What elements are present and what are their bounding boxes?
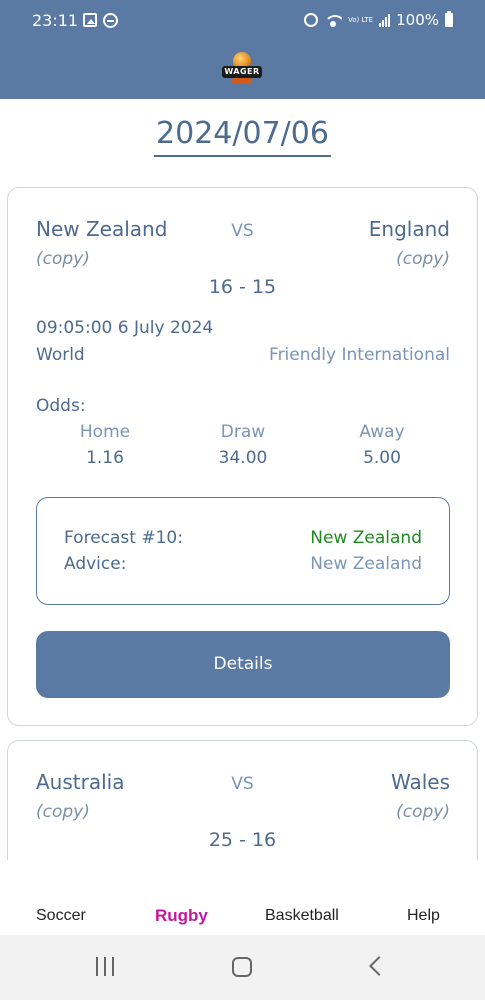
wifi-icon: [323, 13, 342, 27]
tab-basketball[interactable]: Basketball: [265, 907, 339, 925]
signal-icon: [379, 13, 391, 27]
battery-icon: [445, 11, 453, 27]
lte-icon: Vo) LTE: [347, 15, 374, 24]
logo-text: WAGER: [222, 66, 262, 78]
odds-away-label: Away: [359, 422, 405, 442]
away-team: Wales: [390, 770, 450, 794]
advice-value: New Zealand: [310, 554, 422, 574]
battery-percent: 100%: [396, 11, 439, 29]
tab-rugby[interactable]: Rugby: [155, 906, 208, 926]
home-icon[interactable]: [232, 957, 252, 977]
forecast-label: Forecast #10:: [64, 528, 183, 548]
odds-draw-label: Draw: [220, 422, 266, 442]
odds-home: Home 1.16: [35, 422, 175, 468]
away-copy: (copy): [396, 802, 450, 822]
tab-soccer[interactable]: Soccer: [36, 907, 86, 925]
odds-home-value: 1.16: [86, 448, 124, 468]
recent-apps-icon[interactable]: [96, 957, 114, 976]
back-icon[interactable]: [369, 956, 389, 976]
match-card: New Zealand VS England (copy) (copy) 16 …: [7, 187, 478, 726]
forecast-box: Forecast #10: New Zealand Advice: New Ze…: [36, 497, 450, 605]
date-selector[interactable]: 2024/07/06: [0, 116, 485, 157]
forecast-value: New Zealand: [310, 528, 422, 548]
odds-draw: Draw 34.00: [173, 422, 313, 468]
status-bar: 23:11 Vo) LTE 100%: [0, 0, 485, 40]
wager-logo[interactable]: WAGER: [222, 52, 262, 86]
tab-help[interactable]: Help: [407, 907, 440, 925]
home-copy: (copy): [36, 802, 90, 822]
odds-label: Odds:: [36, 396, 86, 416]
match-score: 25 - 16: [208, 829, 277, 851]
odds-away-value: 5.00: [363, 448, 401, 468]
image-icon: [83, 13, 97, 27]
status-time: 23:11: [32, 11, 79, 30]
details-button[interactable]: Details: [36, 631, 450, 698]
home-copy: (copy): [36, 249, 90, 269]
bottom-tab-bar: Soccer Rugby Basketball Help: [0, 860, 485, 935]
odds-away: Away 5.00: [312, 422, 452, 468]
kickoff-time: 09:05:00 6 July 2024: [36, 318, 214, 338]
app-header: WAGER: [0, 40, 485, 99]
do-not-disturb-icon: [103, 13, 118, 28]
match-score: 16 - 15: [208, 276, 277, 298]
odds-draw-value: 34.00: [218, 448, 268, 468]
date-label: 2024/07/06: [154, 116, 331, 157]
match-region: World: [36, 345, 85, 365]
alarm-icon: [303, 13, 318, 27]
system-nav-bar: [0, 935, 485, 1000]
competition-name: Friendly International: [269, 345, 450, 365]
away-team: England: [368, 217, 450, 241]
away-copy: (copy): [396, 249, 450, 269]
advice-label: Advice:: [64, 554, 127, 574]
odds-home-label: Home: [79, 422, 131, 442]
